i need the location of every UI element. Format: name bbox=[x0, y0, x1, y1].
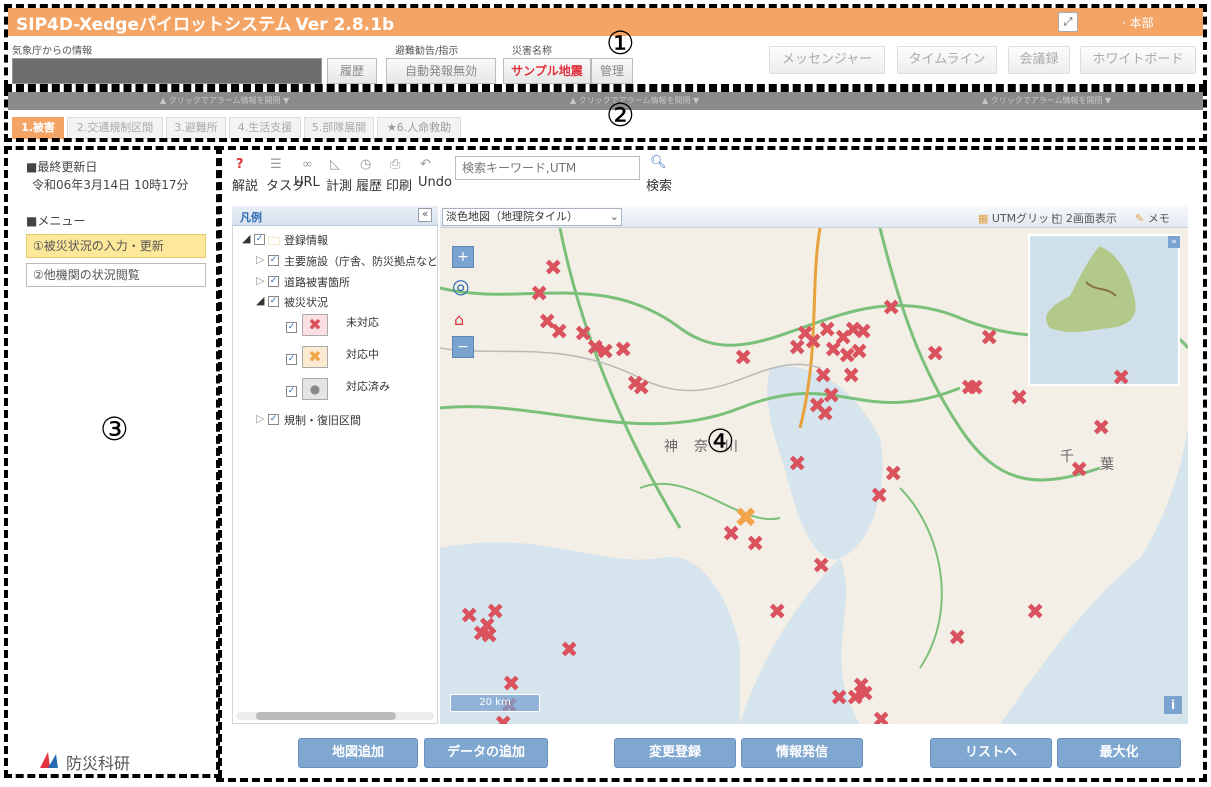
region-3-frame bbox=[4, 146, 222, 778]
region-3-number: ③ bbox=[100, 410, 129, 448]
region-4-frame bbox=[216, 146, 1207, 782]
region-4-number: ④ bbox=[706, 422, 735, 460]
region-1-number: ① bbox=[606, 24, 635, 62]
region-2-number: ② bbox=[606, 96, 635, 134]
